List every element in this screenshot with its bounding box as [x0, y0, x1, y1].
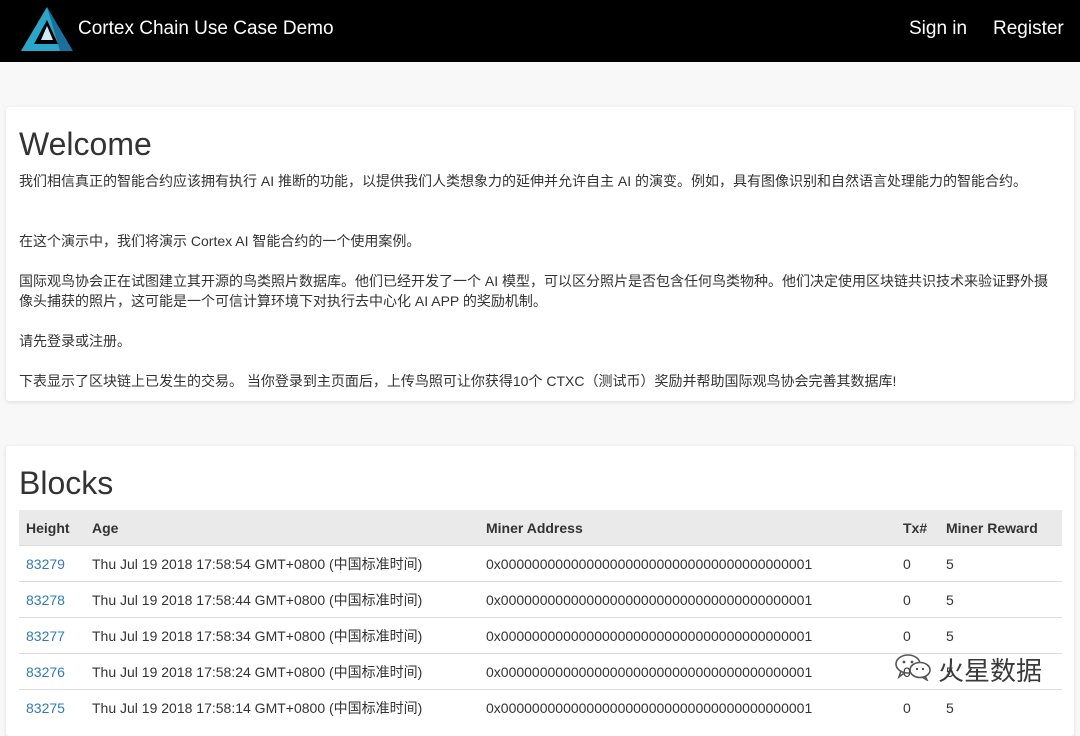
register-link[interactable]: Register [993, 18, 1064, 40]
miner-address: 0x00000000000000000000000000000000000000… [479, 581, 896, 618]
cortex-logo-icon[interactable] [20, 6, 74, 52]
watermark: 火星数据 [894, 651, 1054, 687]
welcome-title: Welcome [19, 126, 152, 162]
miner-reward: 5 [939, 545, 1062, 582]
col-miner-reward: Miner Reward [946, 519, 1038, 536]
navbar: Cortex Chain Use Case Demo Sign in Regis… [0, 0, 1080, 62]
blocks-panel: Blocks Height Age Miner Address Tx# Mine… [6, 446, 1074, 736]
miner-reward: 5 [939, 581, 1062, 618]
brand-title[interactable]: Cortex Chain Use Case Demo [78, 18, 334, 40]
miner-address: 0x00000000000000000000000000000000000000… [479, 545, 896, 582]
blocks-table: Height Age Miner Address Tx# Miner Rewar… [19, 510, 1062, 725]
miner-address: 0x00000000000000000000000000000000000000… [479, 653, 896, 690]
tx-count: 0 [896, 581, 939, 618]
block-age: Thu Jul 19 2018 17:58:14 GMT+0800 (中国标准时… [85, 689, 479, 725]
block-height-link[interactable]: 83277 [26, 628, 65, 644]
intro-paragraph: 我们相信真正的智能合约应该拥有执行 AI 推断的功能，以提供我们人类想象力的延伸… [19, 173, 1028, 189]
login-prompt: 请先登录或注册。 [19, 333, 131, 349]
table-row: 83279 Thu Jul 19 2018 17:58:54 GMT+0800 … [19, 545, 1062, 582]
table-row: 83275 Thu Jul 19 2018 17:58:14 GMT+0800 … [19, 689, 1062, 725]
block-age: Thu Jul 19 2018 17:58:34 GMT+0800 (中国标准时… [85, 617, 479, 654]
watermark-text: 火星数据 [938, 657, 1043, 687]
miner-address: 0x00000000000000000000000000000000000000… [479, 689, 896, 725]
block-age: Thu Jul 19 2018 17:58:24 GMT+0800 (中国标准时… [85, 653, 479, 690]
tx-count: 0 [896, 617, 939, 654]
table-description: 下表显示了区块链上已发生的交易。 当你登录到主页面后，上传鸟照可让你获得10个 … [19, 373, 897, 389]
col-miner-address: Miner Address [486, 519, 583, 536]
welcome-panel: Welcome 我们相信真正的智能合约应该拥有执行 AI 推断的功能，以提供我们… [6, 107, 1074, 401]
tx-count: 0 [896, 545, 939, 582]
sign-in-link[interactable]: Sign in [909, 18, 967, 40]
miner-reward: 5 [939, 689, 1062, 725]
col-tx-count: Tx# [903, 519, 928, 536]
block-height-link[interactable]: 83275 [26, 700, 65, 716]
block-height-link[interactable]: 83279 [26, 556, 65, 572]
table-header-row: Height Age Miner Address Tx# Miner Rewar… [19, 510, 1062, 546]
wechat-icon [895, 654, 931, 681]
miner-address: 0x00000000000000000000000000000000000000… [479, 617, 896, 654]
blocks-title: Blocks [19, 465, 114, 501]
block-age: Thu Jul 19 2018 17:58:44 GMT+0800 (中国标准时… [85, 581, 479, 618]
col-age: Age [92, 519, 119, 536]
bird-society-paragraph: 国际观鸟协会正在试图建立其开源的鸟类照片数据库。他们已经开发了一个 AI 模型，… [19, 273, 1049, 309]
table-row: 83277 Thu Jul 19 2018 17:58:34 GMT+0800 … [19, 617, 1062, 654]
col-height: Height [26, 519, 70, 536]
table-row: 83278 Thu Jul 19 2018 17:58:44 GMT+0800 … [19, 581, 1062, 618]
block-height-link[interactable]: 83278 [26, 592, 65, 608]
demo-paragraph: 在这个演示中，我们将演示 Cortex AI 智能合约的一个使用案例。 [19, 233, 421, 249]
block-height-link[interactable]: 83276 [26, 664, 65, 680]
miner-reward: 5 [939, 617, 1062, 654]
block-age: Thu Jul 19 2018 17:58:54 GMT+0800 (中国标准时… [85, 545, 479, 582]
tx-count: 0 [896, 689, 939, 725]
